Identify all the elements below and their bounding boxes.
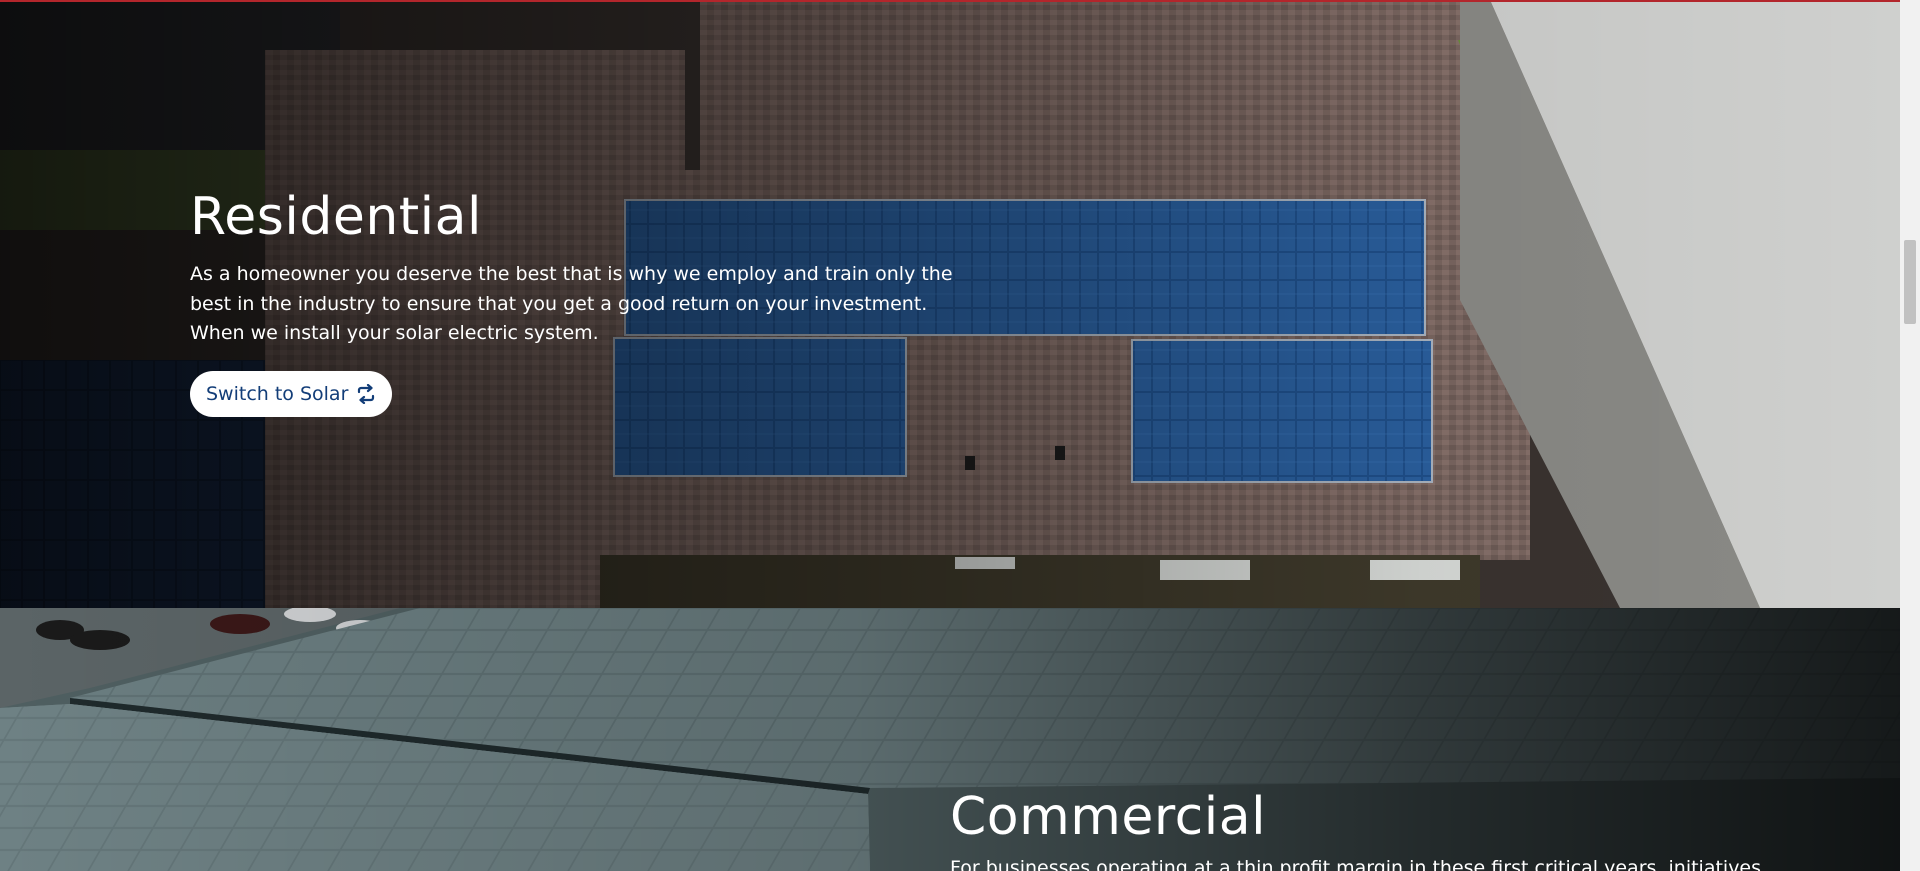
page-scrollbar[interactable] <box>1900 0 1920 871</box>
residential-description: As a homeowner you deserve the best that… <box>190 263 953 344</box>
residential-title: Residential <box>190 187 482 247</box>
scrollbar-thumb[interactable] <box>1904 240 1916 324</box>
switch-to-solar-label: Switch to Solar <box>206 382 349 405</box>
residential-content: Residential As a homeowner you deserve t… <box>190 186 970 417</box>
top-accent-line <box>0 0 1900 2</box>
switch-to-solar-button[interactable]: Switch to Solar <box>190 370 393 417</box>
residential-section: Residential As a homeowner you deserve t… <box>0 0 1900 608</box>
commercial-section: Commercial For businesses operating at a… <box>0 608 1900 871</box>
commercial-title: Commercial <box>950 787 1267 847</box>
repeat-icon <box>356 383 376 404</box>
commercial-content: Commercial For businesses operating at a… <box>950 786 1850 871</box>
commercial-description: For businesses operating at a thin profi… <box>950 857 1762 871</box>
page: Residential As a homeowner you deserve t… <box>0 0 1920 871</box>
